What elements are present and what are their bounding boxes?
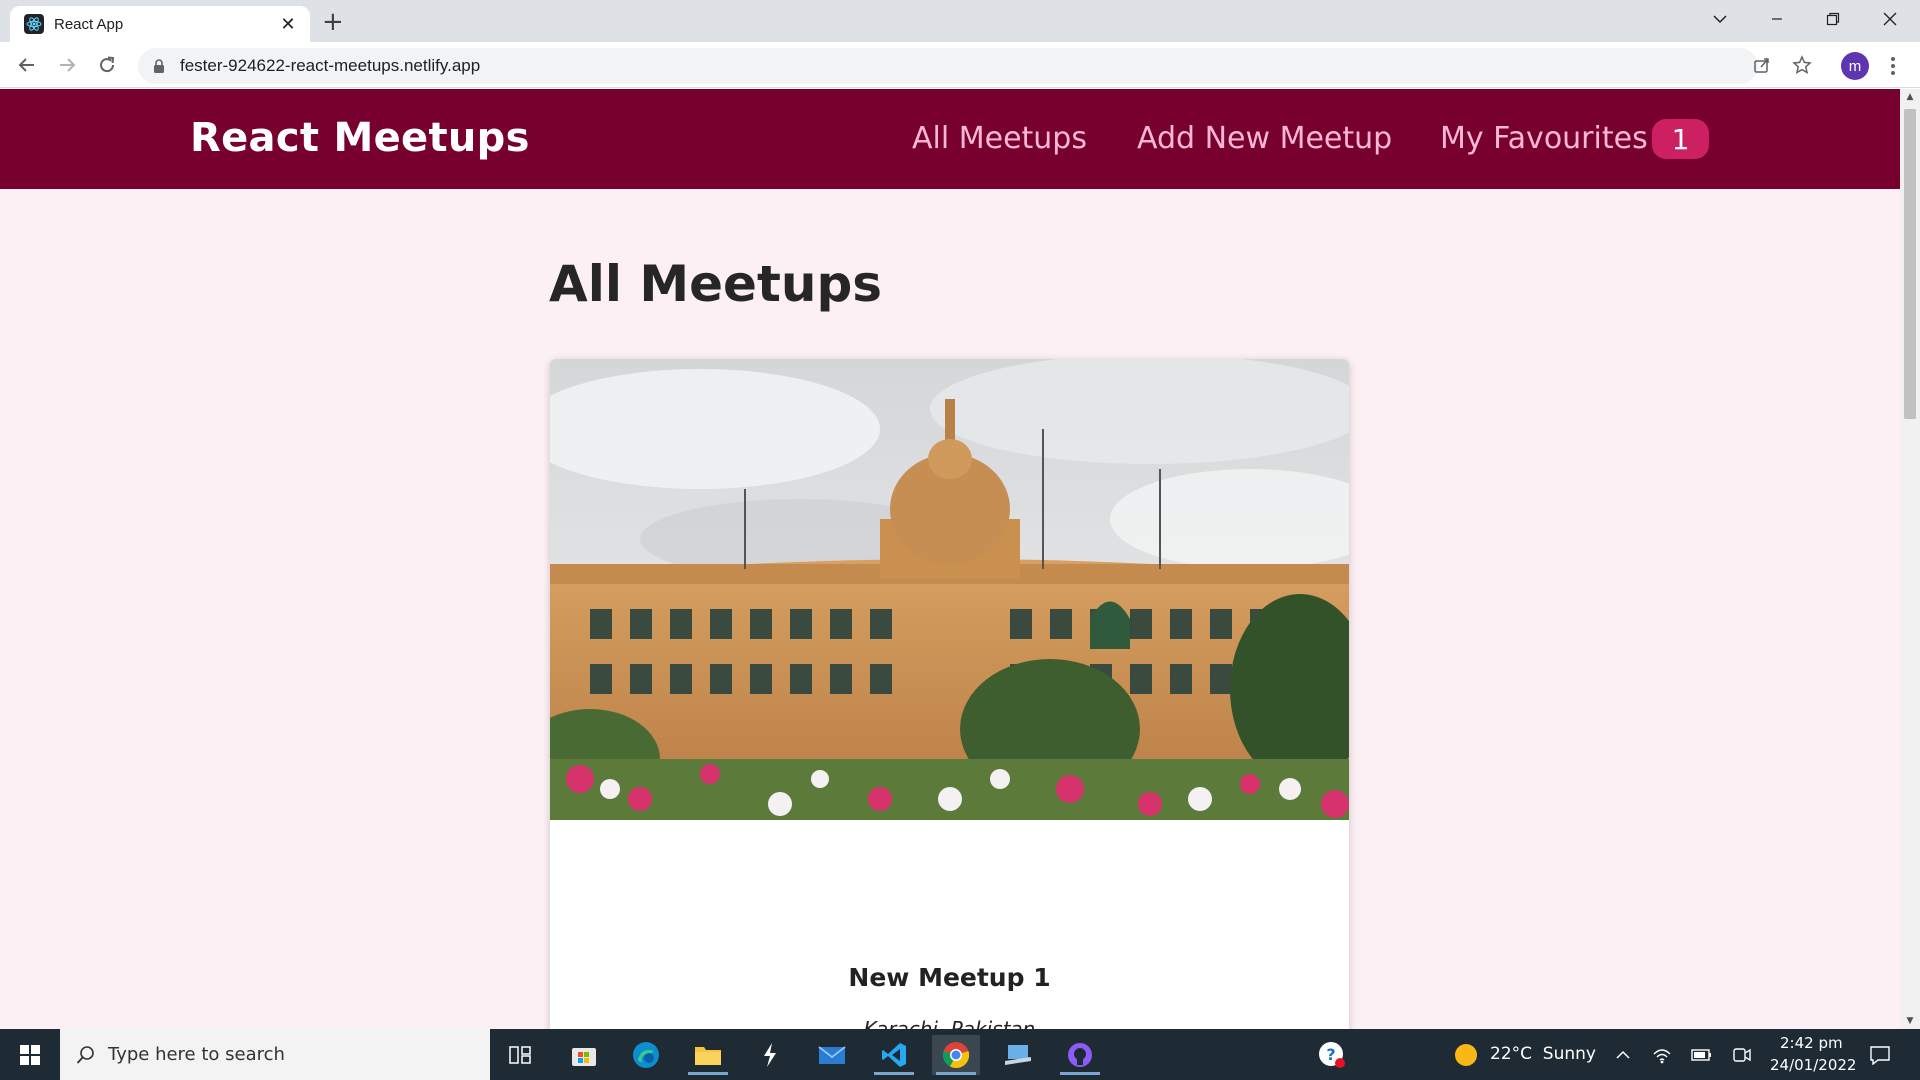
help-notification-icon[interactable]: ? (1308, 1035, 1356, 1075)
weather-sun-icon[interactable] (1442, 1035, 1490, 1075)
explorer-active-indicator (688, 1072, 728, 1075)
favourites-count-badge[interactable]: 1 (1652, 119, 1709, 159)
share-icon[interactable] (1748, 51, 1776, 79)
browser-menu-icon[interactable] (1886, 52, 1900, 80)
wifi-icon[interactable] (1640, 1035, 1684, 1075)
github-desktop-icon[interactable] (1056, 1035, 1104, 1075)
profile-avatar[interactable]: m (1841, 52, 1869, 80)
nav-my-favourites[interactable]: My Favourites (1440, 121, 1648, 156)
windows-start-icon[interactable] (0, 1029, 60, 1080)
microsoft-store-icon[interactable] (560, 1035, 608, 1075)
address-bar[interactable]: fester-924622-react-meetups.netlify.app (138, 48, 1758, 84)
action-center-icon[interactable] (1858, 1035, 1902, 1075)
minimize-icon[interactable] (1757, 4, 1797, 34)
vscode-icon[interactable] (870, 1035, 918, 1075)
site-header: React Meetups All Meetups Add New Meetup… (0, 89, 1900, 189)
svg-text:?: ? (1326, 1045, 1335, 1064)
url-text: fester-924622-react-meetups.netlify.app (180, 56, 481, 75)
search-icon (76, 1045, 94, 1064)
edge-browser-icon[interactable] (622, 1035, 670, 1075)
weather-text[interactable]: 22°C Sunny (1490, 1044, 1596, 1064)
scroll-thumb[interactable] (1904, 109, 1916, 419)
meet-now-icon[interactable] (1720, 1035, 1764, 1075)
meetup-address: Karachi, Pakistan (863, 1017, 1036, 1029)
battery-icon[interactable] (1680, 1035, 1724, 1075)
github-active-indicator (1060, 1072, 1100, 1075)
browser-tabstrip: React App ✕ + (0, 0, 1920, 42)
chrome-icon[interactable] (932, 1035, 980, 1075)
clock-time[interactable]: 2:42 pm (1780, 1034, 1843, 1052)
tab-close-icon[interactable]: ✕ (278, 14, 298, 35)
browser-toolbar: fester-924622-react-meetups.netlify.app (0, 42, 1920, 88)
meetup-title: New Meetup 1 (848, 963, 1051, 992)
new-tab-button[interactable]: + (322, 7, 344, 37)
react-favicon-icon (24, 14, 44, 34)
tab-title: React App (54, 15, 124, 33)
file-explorer-icon[interactable] (684, 1035, 732, 1075)
restore-icon[interactable] (1813, 4, 1853, 34)
chrome-active-indicator (936, 1072, 976, 1075)
reload-icon[interactable] (92, 50, 122, 80)
taskbar-search-box[interactable]: Type here to search (60, 1029, 490, 1080)
search-placeholder: Type here to search (108, 1044, 285, 1065)
remote-desktop-icon[interactable] (994, 1035, 1042, 1075)
clock-date[interactable]: 24/01/2022 (1770, 1056, 1856, 1074)
forward-arrow-icon[interactable] (52, 50, 82, 80)
meetup-card: New Meetup 1 Karachi, Pakistan ......... (550, 359, 1349, 1029)
scroll-up-icon[interactable]: ▲ (1900, 89, 1920, 105)
meetup-image (550, 359, 1349, 820)
close-window-icon[interactable] (1870, 4, 1910, 34)
nav-all-meetups[interactable]: All Meetups (912, 121, 1087, 156)
lock-icon (154, 59, 164, 73)
task-view-icon[interactable] (496, 1035, 544, 1075)
browser-tab[interactable]: React App ✕ (10, 6, 310, 42)
site-logo[interactable]: React Meetups (190, 115, 530, 161)
scroll-down-icon[interactable]: ▼ (1900, 1013, 1920, 1029)
pinned-app-icon[interactable] (746, 1035, 794, 1075)
page-title: All Meetups (549, 255, 883, 313)
nav-add-new-meetup[interactable]: Add New Meetup (1137, 121, 1392, 156)
vscode-active-indicator (874, 1072, 914, 1075)
tab-search-icon[interactable] (1700, 4, 1740, 34)
bookmark-star-icon[interactable] (1788, 51, 1816, 79)
back-arrow-icon[interactable] (12, 50, 42, 80)
windows-taskbar: Type here to search ? 22°C Sunny 2:42 pm… (0, 1029, 1920, 1080)
page-viewport: React Meetups All Meetups Add New Meetup… (0, 89, 1920, 1029)
page-scrollbar[interactable]: ▲ ▼ (1900, 89, 1920, 1029)
mail-icon[interactable] (808, 1035, 856, 1075)
